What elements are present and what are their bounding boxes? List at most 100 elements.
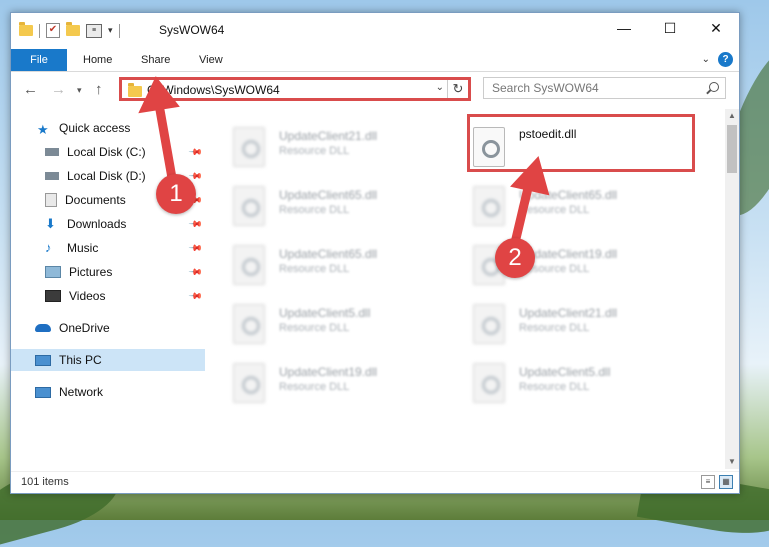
sidebar-item-videos[interactable]: Videos 📌 [11,285,205,307]
sidebar-item-label: Videos [69,289,106,303]
file-item[interactable]: UpdateClient5.dll Resource DLL [473,357,693,409]
minimize-button[interactable]: — [601,13,647,43]
window-controls: — ☐ ✕ [601,13,739,43]
file-type: Resource DLL [279,145,350,157]
file-name: UpdateClient65.dll [279,247,378,261]
sidebar-item-local-disk-c[interactable]: Local Disk (C:) 📌 [11,141,205,163]
item-count: 101 items [21,476,69,488]
sidebar-item-downloads[interactable]: ⬇ Downloads 📌 [11,213,205,235]
pin-icon[interactable]: 📌 [188,145,203,161]
network-icon [35,386,51,398]
sidebar-item-music[interactable]: ♪ Music 📌 [11,237,205,259]
help-icon[interactable]: ? [718,52,733,67]
pin-icon[interactable]: 📌 [188,265,203,281]
maximize-button[interactable]: ☐ [647,13,693,43]
sidebar-item-label: Network [59,385,104,399]
properties-icon[interactable]: ≡ [86,23,102,38]
dll-file-icon [473,304,505,344]
tab-share[interactable]: Share [141,49,170,71]
file-type: Resource DLL [279,322,350,334]
folder-icon [128,83,142,97]
scroll-down-icon[interactable]: ▼ [725,455,739,469]
sidebar-item-label: Documents [65,193,126,207]
file-name: UpdateClient65.dll [279,188,378,202]
navigation-pane: ★ Quick access Local Disk (C:) 📌 Local D… [11,109,205,464]
search-placeholder: Search SysWOW64 [492,81,599,95]
status-bar: 101 items ≡ ▦ [11,471,739,493]
explorer-window: ✔ ≡ ▾ SysWOW64 — ☐ ✕ File Home Share Vie… [10,12,740,494]
file-item[interactable]: UpdateClient5.dll Resource DLL [233,298,453,350]
dll-file-icon [233,304,265,344]
folder-icon [19,22,33,36]
file-name: UpdateClient21.dll [279,129,378,143]
step-2-badge: 2 [495,238,535,278]
file-type: Resource DLL [519,381,590,393]
pin-icon[interactable]: 📌 [188,217,203,233]
title-bar: ✔ ≡ ▾ SysWOW64 — ☐ ✕ [11,13,739,49]
tab-home[interactable]: Home [83,49,112,71]
expand-ribbon-icon[interactable]: ⌄ [702,54,710,65]
scrollbar-thumb[interactable] [727,125,737,173]
sidebar-item-label: Quick access [59,121,131,135]
dll-file-icon [233,363,265,403]
view-toggle: ≡ ▦ [701,475,733,489]
sidebar-item-quick-access[interactable]: ★ Quick access [11,117,205,139]
dll-file-icon [233,186,265,226]
refresh-icon[interactable]: ↻ [447,80,468,98]
back-arrow-icon[interactable]: ← [23,81,38,98]
ribbon-right-controls: ⌄ ? [702,52,733,67]
sidebar-item-this-pc[interactable]: This PC [11,349,205,371]
drive-icon [45,172,59,180]
dll-file-icon [473,363,505,403]
sidebar-item-pictures[interactable]: Pictures 📌 [11,261,205,283]
close-button[interactable]: ✕ [693,13,739,43]
file-item[interactable]: UpdateClient65.dll Resource DLL [233,239,453,291]
document-icon [45,193,57,207]
details-view-icon[interactable]: ≡ [701,475,715,489]
file-item[interactable]: UpdateClient65.dll Resource DLL [473,180,693,232]
sidebar-item-label: This PC [59,353,102,367]
quick-access-toolbar: ✔ ≡ ▾ [19,22,120,38]
music-note-icon: ♪ [45,240,52,255]
step-1-badge: 1 [156,174,196,214]
file-name: UpdateClient19.dll [279,365,378,379]
file-item[interactable]: UpdateClient65.dll Resource DLL [233,180,453,232]
chevron-down-icon[interactable]: ⌄ [436,82,444,93]
tiles-view-icon[interactable]: ▦ [719,475,733,489]
file-item[interactable]: UpdateClient21.dll Resource DLL [473,298,693,350]
up-arrow-icon[interactable]: ↑ [95,81,103,98]
file-type: Resource DLL [519,322,590,334]
sidebar-item-network[interactable]: Network [11,381,205,403]
sidebar-item-label: Local Disk (C:) [67,145,146,159]
sidebar-item-onedrive[interactable]: OneDrive [11,317,205,339]
sidebar-item-label: Music [67,241,99,255]
tab-view[interactable]: View [199,49,223,71]
scroll-up-icon[interactable]: ▲ [725,109,739,123]
address-path[interactable]: C:\Windows\SysWOW64 [147,83,280,97]
customize-toolbar-icon[interactable]: ▾ [108,25,113,36]
recent-locations-icon[interactable]: ▾ [77,85,82,96]
pin-icon[interactable]: 📌 [188,241,203,257]
star-icon: ★ [37,122,49,137]
properties-check-icon[interactable]: ✔ [46,23,60,38]
new-folder-icon[interactable] [66,22,80,36]
search-icon[interactable] [709,82,719,92]
file-name: UpdateClient21.dll [519,306,618,320]
forward-arrow-icon[interactable]: → [51,81,66,98]
window-title: SysWOW64 [159,23,225,37]
address-bar[interactable]: C:\Windows\SysWOW64 ⌄ ↻ [119,77,471,101]
picture-icon [45,266,61,278]
search-input[interactable]: Search SysWOW64 [483,77,726,99]
cloud-icon [35,324,51,332]
pstoedit-highlight-box [467,114,695,172]
file-item[interactable]: UpdateClient21.dll Resource DLL [233,121,453,173]
vertical-scrollbar[interactable]: ▲ ▼ [725,109,739,469]
ribbon-tabs: File Home Share View ⌄ ? [11,49,739,72]
sidebar-item-label: Downloads [67,217,127,231]
file-type: Resource DLL [519,204,590,216]
sidebar-item-label: Pictures [69,265,113,279]
sidebar-item-label: Local Disk (D:) [67,169,146,183]
file-item[interactable]: UpdateClient19.dll Resource DLL [233,357,453,409]
pin-icon[interactable]: 📌 [188,289,203,305]
tab-file[interactable]: File [11,49,67,71]
